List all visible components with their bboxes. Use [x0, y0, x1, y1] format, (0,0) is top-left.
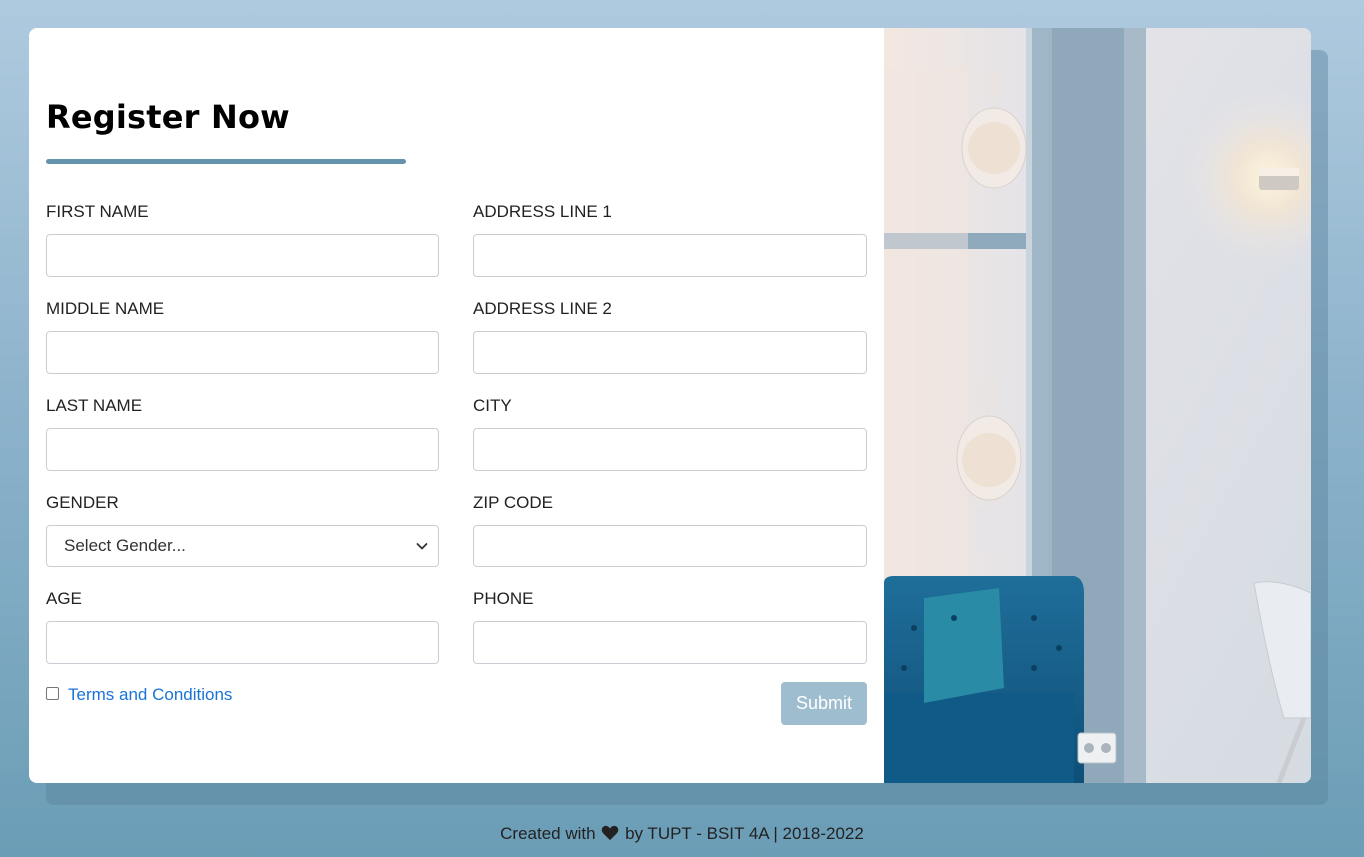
age-label: AGE: [46, 589, 82, 608]
address-line-2-label: ADDRESS LINE 2: [473, 299, 612, 318]
first-name-input[interactable]: [46, 234, 439, 277]
address-line-1-input[interactable]: [473, 234, 867, 277]
zip-code-label: ZIP CODE: [473, 493, 553, 512]
middle-name-group: MIDDLE NAME: [46, 299, 439, 374]
last-name-input[interactable]: [46, 428, 439, 471]
footer: Created with by TUPT - BSIT 4A | 2018-20…: [0, 824, 1364, 844]
terms-row: Terms and Conditions: [46, 685, 232, 705]
last-name-label: LAST NAME: [46, 396, 143, 415]
address-line-2-group: ADDRESS LINE 2: [473, 299, 867, 374]
middle-name-input[interactable]: [46, 331, 439, 374]
phone-input[interactable]: [473, 621, 867, 664]
gender-select-value: Select Gender...: [64, 536, 186, 555]
zip-code-input[interactable]: [473, 525, 867, 567]
register-form: Register Now FIRST NAME MIDDLE NAME LAST…: [29, 28, 884, 783]
address-line-2-input[interactable]: [473, 331, 867, 374]
address-line-1-label: ADDRESS LINE 1: [473, 202, 612, 221]
heart-icon: [602, 825, 619, 841]
footer-suffix: by TUPT - BSIT 4A | 2018-2022: [625, 824, 864, 843]
gender-select[interactable]: Select Gender...: [46, 525, 439, 567]
title-underline: [46, 159, 406, 164]
phone-group: PHONE: [473, 589, 867, 664]
phone-label: PHONE: [473, 589, 534, 608]
first-name-group: FIRST NAME: [46, 202, 439, 277]
page-title: Register Now: [46, 98, 290, 136]
room-photo: [884, 28, 1311, 783]
zip-code-group: ZIP CODE: [473, 493, 867, 567]
footer-prefix: Created with: [500, 824, 596, 843]
age-group: AGE: [46, 589, 439, 664]
terms-link[interactable]: Terms and Conditions: [68, 685, 232, 705]
room-photo-illustration: [884, 28, 1311, 783]
age-input[interactable]: [46, 621, 439, 664]
register-card: Register Now FIRST NAME MIDDLE NAME LAST…: [29, 28, 1311, 783]
terms-checkbox[interactable]: [46, 686, 59, 700]
middle-name-label: MIDDLE NAME: [46, 299, 165, 318]
gender-group: GENDER Select Gender...: [46, 493, 439, 567]
address-line-1-group: ADDRESS LINE 1: [473, 202, 867, 277]
submit-button[interactable]: Submit: [781, 682, 867, 725]
chevron-down-icon: [416, 543, 428, 550]
gender-label: GENDER: [46, 493, 119, 512]
city-label: CITY: [473, 396, 512, 415]
first-name-label: FIRST NAME: [46, 202, 149, 221]
city-group: CITY: [473, 396, 867, 471]
last-name-group: LAST NAME: [46, 396, 439, 471]
city-input[interactable]: [473, 428, 867, 471]
